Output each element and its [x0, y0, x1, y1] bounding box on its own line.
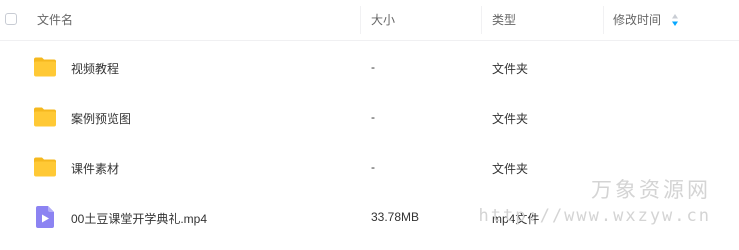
file-name[interactable]: 案例预览图	[71, 110, 131, 127]
file-type: 文件夹	[492, 62, 529, 76]
folder-icon	[34, 57, 56, 77]
select-all-checkbox[interactable]	[5, 13, 17, 25]
video-file-icon	[36, 206, 54, 228]
file-type: 文件夹	[492, 162, 529, 176]
file-row[interactable]: 案例预览图 - 文件夹	[0, 92, 739, 142]
file-size: -	[371, 160, 375, 174]
column-divider	[603, 6, 604, 34]
folder-icon	[34, 107, 56, 127]
file-type: mp4文件	[492, 212, 540, 226]
file-row[interactable]: 00土豆课堂开学典礼.mp4 33.78MB mp4文件	[0, 192, 739, 242]
file-type: 文件夹	[492, 112, 529, 126]
column-header-type[interactable]: 类型	[492, 0, 516, 40]
column-header-modified[interactable]: 修改时间	[613, 0, 661, 40]
file-row[interactable]: 视频教程 - 文件夹	[0, 42, 739, 92]
column-header-size[interactable]: 大小	[371, 0, 395, 40]
file-row[interactable]: 课件素材 - 文件夹	[0, 142, 739, 192]
file-name[interactable]: 视频教程	[71, 60, 119, 77]
column-header-name[interactable]: 文件名	[37, 0, 73, 40]
file-name[interactable]: 00土豆课堂开学典礼.mp4	[71, 210, 207, 227]
file-list-header: 文件名 大小 类型 修改时间	[0, 0, 739, 41]
file-size: -	[371, 60, 375, 74]
sort-icon[interactable]	[671, 13, 679, 27]
column-divider	[481, 6, 482, 34]
file-size: 33.78MB	[371, 210, 420, 224]
column-divider	[360, 6, 361, 34]
folder-icon	[34, 157, 56, 177]
file-size: -	[371, 110, 375, 124]
file-name[interactable]: 课件素材	[71, 160, 119, 177]
